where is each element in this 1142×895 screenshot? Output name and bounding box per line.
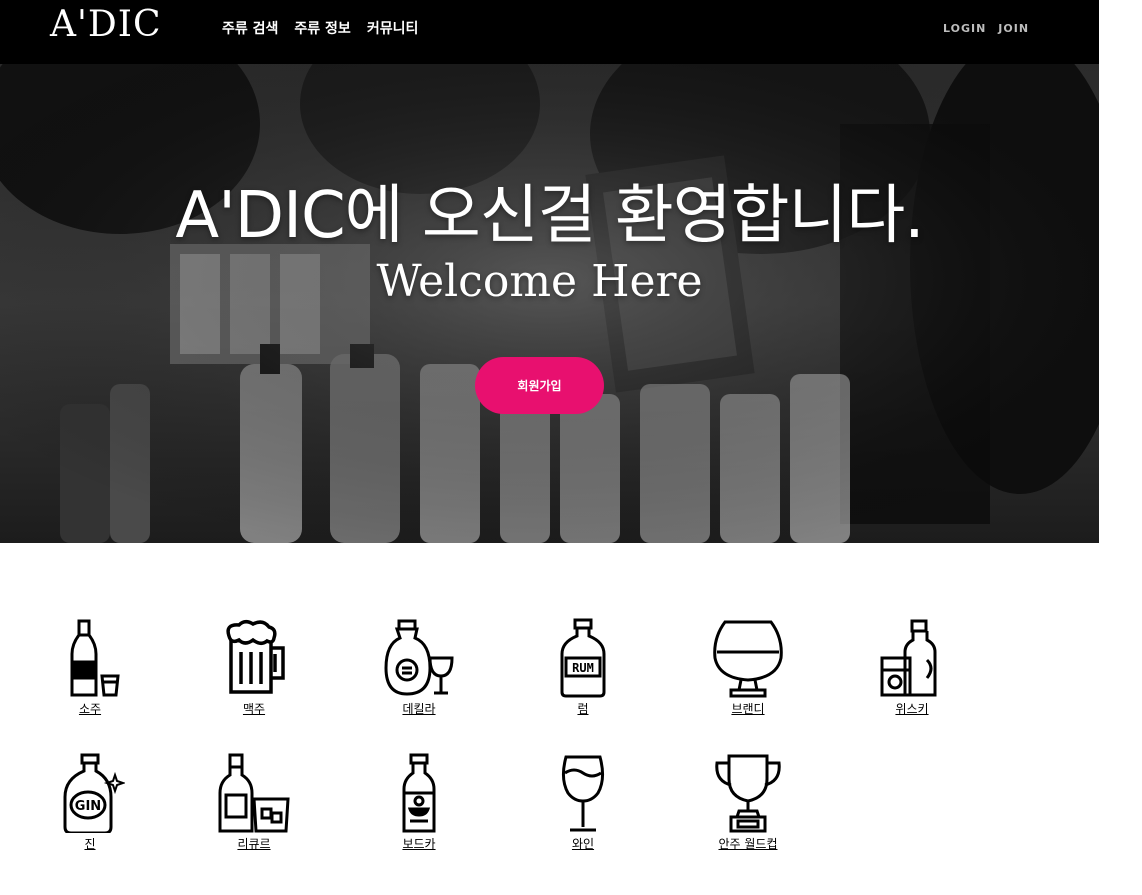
category-label: 보드카	[402, 837, 436, 851]
svg-text:GIN: GIN	[75, 799, 101, 814]
liqueur-icon	[218, 753, 290, 833]
category-wine[interactable]: 와인	[523, 753, 643, 852]
hero-subtitle: Welcome Here	[376, 256, 703, 307]
menu-liquor-search[interactable]: 주류 검색	[222, 18, 278, 38]
category-tequila[interactable]: 데킬라	[359, 618, 479, 717]
category-label: 데킬라	[402, 702, 436, 716]
whiskey-icon	[880, 619, 937, 697]
menu-liquor-info[interactable]: 주류 정보	[294, 18, 350, 38]
join-link[interactable]: JOIN	[998, 22, 1029, 35]
tequila-icon	[384, 619, 454, 696]
signup-button[interactable]: 회원가입	[475, 357, 604, 414]
site-logo[interactable]: A'DIC	[50, 4, 162, 45]
category-rum[interactable]: RUM 럼	[523, 618, 643, 717]
gin-bottle-icon: GIN	[63, 753, 125, 833]
category-beer[interactable]: 맥주	[194, 618, 314, 717]
hero-banner: A'DIC에 오신걸 환영합니다. Welcome Here 회원가입	[0, 64, 1099, 543]
category-label: 안주 월드컵	[718, 837, 778, 851]
category-label: 와인	[571, 837, 595, 851]
category-label: 리큐르	[237, 837, 271, 851]
category-label: 브랜디	[731, 702, 765, 716]
category-label: 럼	[577, 702, 589, 716]
category-soju[interactable]: 소주	[30, 618, 150, 717]
auth-links: LOGIN JOIN	[943, 22, 1029, 35]
rum-bottle-icon: RUM	[560, 618, 606, 698]
svg-text:RUM: RUM	[572, 661, 594, 675]
hero-title: A'DIC에 오신걸 환영합니다.	[175, 179, 924, 253]
category-brandy[interactable]: 브랜디	[688, 618, 808, 717]
top-navbar: A'DIC 주류 검색 주류 정보 커뮤니티 LOGIN JOIN	[0, 0, 1099, 64]
category-vodka[interactable]: 보드카	[359, 753, 479, 852]
main-menu: 주류 검색 주류 정보 커뮤니티	[222, 18, 418, 38]
category-liqueur[interactable]: 리큐르	[194, 753, 314, 852]
category-gin[interactable]: GIN 진	[30, 753, 150, 852]
soju-bottle-icon	[70, 619, 120, 697]
beer-mug-icon	[226, 620, 285, 694]
category-snack-worldcup[interactable]: 안주 월드컵	[688, 753, 808, 852]
brandy-glass-icon	[713, 620, 783, 698]
menu-community[interactable]: 커뮤니티	[367, 18, 419, 38]
category-label: 위스키	[895, 702, 929, 716]
category-label: 진	[84, 837, 96, 851]
wine-glass-icon	[561, 755, 605, 832]
vodka-bottle-icon	[402, 753, 436, 833]
trophy-icon	[715, 754, 781, 833]
category-label: 소주	[78, 702, 102, 716]
category-whiskey[interactable]: 위스키	[852, 618, 972, 717]
login-link[interactable]: LOGIN	[943, 22, 986, 35]
category-label: 맥주	[242, 702, 266, 716]
